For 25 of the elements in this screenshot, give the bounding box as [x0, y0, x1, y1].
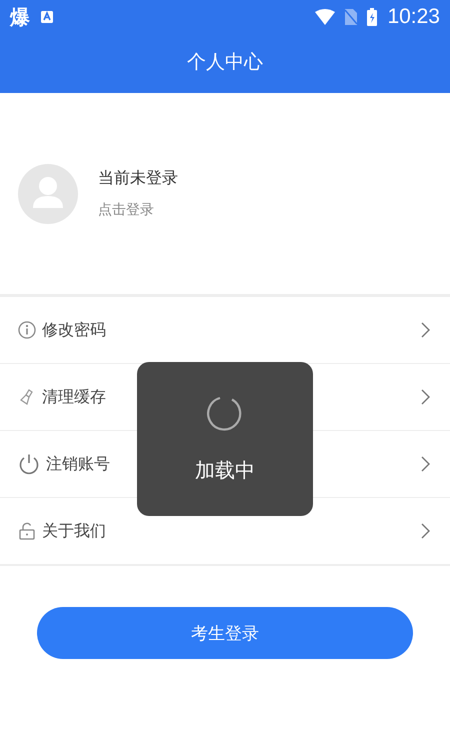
power-icon [18, 453, 40, 475]
menu-item-label: 关于我们 [42, 520, 106, 542]
chevron-icon [421, 523, 430, 539]
page-title: 个人中心 [186, 50, 264, 75]
avatar-icon[interactable] [18, 164, 78, 224]
login-link[interactable]: 点击登录 [98, 201, 178, 219]
no-sim-icon [345, 9, 358, 25]
lock-icon [18, 522, 36, 540]
menu-item[interactable]: 关于我们 [0, 498, 450, 564]
clock-time: 10:23 [387, 5, 440, 29]
chevron-icon [421, 456, 430, 472]
loading-text: 加载中 [195, 456, 255, 484]
app-notification-glyph: 爆 [10, 4, 30, 30]
chevron-icon [421, 322, 430, 338]
menu-item-label: 注销账号 [46, 454, 110, 474]
spinner-icon [207, 394, 243, 430]
battery-icon [367, 8, 378, 26]
chevron-icon [421, 389, 430, 405]
info-icon [18, 321, 36, 339]
wifi-icon [315, 9, 336, 25]
menu-item-label: 清理缓存 [42, 386, 106, 408]
login-status-text: 当前未登录 [98, 168, 178, 189]
keyboard-icon [40, 10, 54, 24]
login-button[interactable]: 考生登录 [37, 607, 413, 659]
menu-item-label: 修改密码 [42, 320, 106, 340]
